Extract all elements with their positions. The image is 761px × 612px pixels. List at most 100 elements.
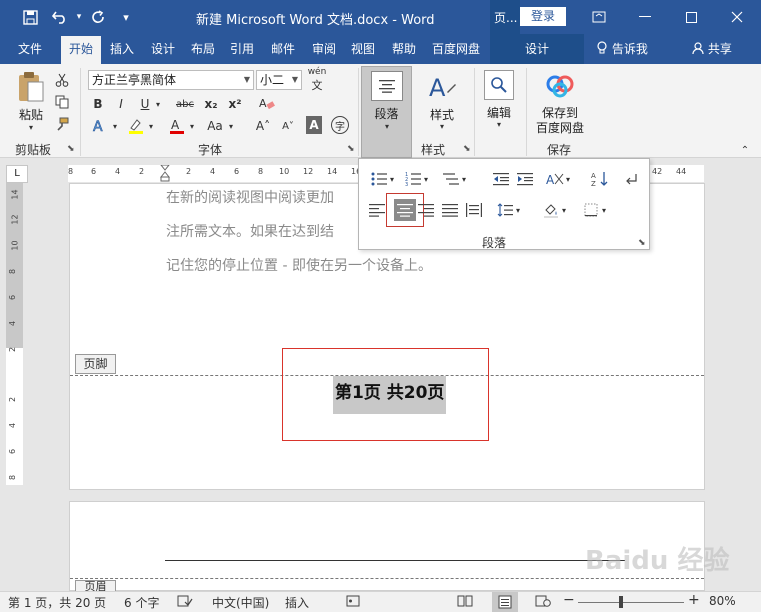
search-icon[interactable] (484, 70, 514, 100)
clear-formatting-icon[interactable]: A (256, 94, 278, 114)
body-text-line[interactable]: 记住您的停止位置 - 即使在另一个设备上。 (166, 255, 432, 275)
format-painter-icon[interactable] (52, 114, 72, 134)
show-formatting-marks-icon[interactable] (620, 168, 644, 190)
font-name-combo[interactable]: 方正兰亭黑简体 ▼ (88, 70, 254, 90)
ribbon: 粘贴 ▾ 剪贴板 ⬊ 方正兰亭黑简体 ▼ 小二 ▼ wén 文 B I U ▾ … (0, 64, 761, 158)
subscript-button[interactable]: x₂ (201, 94, 221, 114)
sort-icon[interactable]: AZ (588, 168, 612, 190)
tab-home[interactable]: 开始 (61, 36, 101, 64)
styles-dropdown-icon[interactable]: ▾ (435, 121, 449, 131)
indent-marker[interactable] (159, 164, 171, 182)
tell-me-button[interactable]: 告诉我 (596, 34, 648, 64)
chinese-layout-dropdown-icon[interactable]: ▾ (563, 168, 573, 190)
editing-dropdown-icon[interactable]: ▾ (492, 119, 506, 129)
baidu-netdisk-icon[interactable] (543, 70, 577, 100)
font-size-combo[interactable]: 小二 ▼ (256, 70, 302, 90)
paste-dropdown-icon[interactable]: ▾ (24, 122, 38, 132)
tab-references[interactable]: 引用 (224, 34, 260, 64)
tab-insert[interactable]: 插入 (104, 34, 140, 64)
login-button[interactable]: 登录 (520, 7, 566, 26)
multilevel-dropdown-icon[interactable]: ▾ (459, 168, 469, 190)
decrease-indent-icon[interactable] (489, 168, 513, 190)
font-color-icon[interactable]: A (166, 116, 188, 136)
underline-dropdown-icon[interactable]: ▾ (153, 94, 163, 114)
paragraph-group-button[interactable]: 段落 ▾ (361, 66, 412, 158)
context-tab-label: 页... (490, 0, 520, 34)
line-spacing-dropdown-icon[interactable]: ▾ (513, 199, 523, 221)
clipboard-launcher-icon[interactable]: ⬊ (67, 144, 75, 154)
numbering-dropdown-icon[interactable]: ▾ (421, 168, 431, 190)
person-icon (692, 42, 708, 56)
paragraph-settings-launcher-icon[interactable]: ⬊ (638, 238, 646, 248)
tab-layout[interactable]: 布局 (185, 34, 221, 64)
language-status[interactable]: 中文(中国) (212, 594, 269, 611)
underline-button[interactable]: U (136, 94, 154, 114)
zoom-slider-track[interactable] (578, 602, 684, 603)
increase-indent-icon[interactable] (513, 168, 537, 190)
web-layout-icon[interactable] (535, 594, 551, 611)
close-icon[interactable] (714, 0, 760, 34)
collapse-ribbon-icon[interactable]: ⌃ (738, 144, 752, 156)
cut-icon[interactable] (52, 70, 72, 90)
body-text-line[interactable]: 注所需文本。如果在达到结 (166, 221, 334, 241)
vertical-ruler[interactable]: 14 12 10 8 6 4 2 2 4 6 8 (6, 183, 23, 485)
zoom-slider-thumb[interactable] (619, 596, 623, 608)
macro-record-icon[interactable] (346, 594, 360, 611)
tab-mailings[interactable]: 邮件 (263, 34, 303, 64)
grow-font-button[interactable]: A˄ (253, 116, 273, 136)
strikethrough-button[interactable]: abc (172, 94, 198, 114)
character-shading-button[interactable]: A (306, 116, 322, 134)
word-count-status[interactable]: 6 个字 (124, 594, 159, 611)
insert-mode-status[interactable]: 插入 (285, 594, 309, 611)
tab-baidu-netdisk[interactable]: 百度网盘 (426, 34, 486, 64)
zoom-out-button[interactable]: − (563, 592, 575, 608)
tab-help[interactable]: 帮助 (385, 34, 423, 64)
font-color-dropdown-icon[interactable]: ▾ (187, 116, 197, 136)
text-effects-icon[interactable]: A (89, 116, 111, 136)
shading-dropdown-icon[interactable]: ▾ (559, 199, 569, 221)
save-icon[interactable] (19, 6, 41, 28)
zoom-level[interactable]: 80% (709, 594, 736, 608)
text-effects-dropdown-icon[interactable]: ▾ (110, 116, 120, 136)
change-case-dropdown-icon[interactable]: ▾ (226, 116, 236, 136)
tab-view[interactable]: 视图 (345, 34, 381, 64)
maximize-icon[interactable] (668, 0, 714, 34)
page-count-status[interactable]: 第 1 页，共 20 页 (8, 594, 106, 611)
zoom-in-button[interactable]: + (688, 592, 700, 608)
proofing-icon[interactable] (177, 594, 193, 611)
read-mode-icon[interactable] (457, 594, 473, 611)
shrink-font-button[interactable]: A˅ (278, 116, 298, 136)
styles-icon[interactable]: A (425, 70, 459, 104)
styles-launcher-icon[interactable]: ⬊ (463, 144, 471, 154)
print-layout-icon[interactable] (492, 592, 518, 612)
body-text-line[interactable]: 在新的阅读视图中阅读更加 (166, 187, 334, 207)
page-number-field[interactable]: 第1页 共20页 (333, 376, 447, 414)
tab-header-footer-design[interactable]: 设计 (490, 34, 584, 64)
bold-button[interactable]: B (89, 94, 107, 114)
tab-design[interactable]: 设计 (144, 34, 182, 64)
font-launcher-icon[interactable]: ⬊ (347, 144, 355, 154)
superscript-button[interactable]: x² (225, 94, 245, 114)
tab-review[interactable]: 审阅 (306, 34, 342, 64)
align-right-icon[interactable] (414, 199, 438, 221)
tab-selector[interactable]: L (6, 165, 28, 183)
customize-toolbar-icon[interactable]: ▾ (115, 6, 137, 28)
italic-button[interactable]: I (112, 94, 130, 114)
highlight-icon[interactable] (125, 116, 147, 136)
tab-file[interactable]: 文件 (6, 34, 54, 64)
enclose-characters-button[interactable]: 字 (331, 116, 349, 134)
borders-dropdown-icon[interactable]: ▾ (599, 199, 609, 221)
distributed-align-icon[interactable] (462, 199, 486, 221)
pinyin-guide-button[interactable]: wén 文 (306, 67, 328, 92)
bullets-dropdown-icon[interactable]: ▾ (387, 168, 397, 190)
highlight-dropdown-icon[interactable]: ▾ (146, 116, 156, 136)
copy-icon[interactable] (52, 92, 72, 112)
share-button[interactable]: 共享 (692, 34, 732, 64)
change-case-button[interactable]: Aa (203, 116, 227, 136)
paste-icon[interactable] (14, 70, 48, 104)
justify-icon[interactable] (438, 199, 462, 221)
minimize-icon[interactable] (622, 0, 668, 34)
ribbon-display-options-icon[interactable] (576, 0, 622, 34)
vertical-scrollbar[interactable] (744, 183, 759, 590)
redo-icon[interactable] (87, 6, 109, 28)
